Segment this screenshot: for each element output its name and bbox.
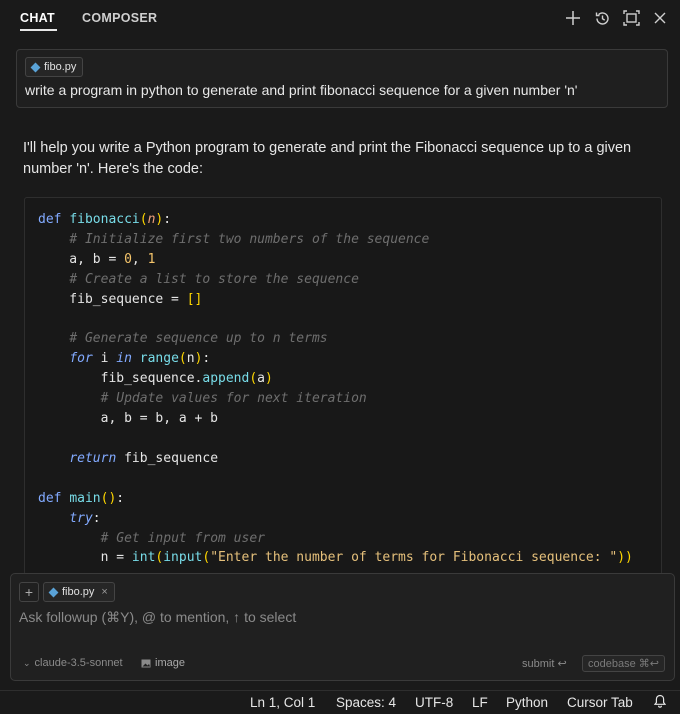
python-file-icon [48, 587, 59, 597]
model-selector[interactable]: ⌄ claude-3.5-sonnet [23, 657, 123, 669]
active-tab-indicator [20, 29, 57, 31]
maximize-icon[interactable] [621, 8, 641, 28]
remove-file-icon[interactable]: × [101, 586, 107, 598]
file-chip-label: fibo.py [44, 61, 77, 73]
submit-label: submit ↩ [522, 658, 567, 670]
code-block[interactable]: def fibonacci(n): # Initialize first two… [24, 197, 662, 575]
file-chip[interactable]: fibo.py [25, 57, 84, 77]
composer-file-chip[interactable]: fibo.py × [43, 582, 115, 602]
plus-icon[interactable] [563, 8, 583, 28]
chat-header: CHAT COMPOSER [0, 0, 680, 38]
codebase-label: codebase ⌘↩ [582, 655, 665, 672]
user-message-text: write a program in python to generate an… [25, 82, 578, 98]
line-ending[interactable]: LF [472, 695, 488, 710]
bell-icon[interactable] [653, 694, 667, 711]
model-label: claude-3.5-sonnet [34, 657, 123, 669]
followup-input[interactable]: Ask followup (⌘Y), @ to mention, ↑ to se… [19, 609, 296, 626]
cursor-position[interactable]: Ln 1, Col 1 [250, 695, 315, 710]
tab-chat[interactable]: CHAT [20, 11, 55, 25]
status-bar: Ln 1, Col 1 Spaces: 4 UTF-8 LF Python Cu… [0, 690, 680, 714]
indentation[interactable]: Spaces: 4 [336, 695, 396, 710]
image-label: image [155, 657, 185, 669]
chevron-down-icon: ⌄ [23, 657, 31, 668]
tab-composer[interactable]: COMPOSER [82, 11, 157, 25]
submit-button[interactable]: submit ↩ [522, 657, 567, 670]
history-icon[interactable] [592, 8, 612, 28]
close-icon[interactable] [650, 8, 670, 28]
encoding[interactable]: UTF-8 [415, 695, 453, 710]
image-button[interactable]: image [141, 657, 185, 669]
composer-file-chip-label: fibo.py [62, 586, 95, 598]
followup-composer: + fibo.py × Ask followup (⌘Y), @ to ment… [10, 573, 675, 681]
python-file-icon [30, 62, 41, 72]
cursor-tab[interactable]: Cursor Tab [567, 695, 633, 710]
code-content: def fibonacci(n): # Initialize first two… [38, 212, 633, 566]
codebase-button[interactable]: codebase ⌘↩ [582, 655, 665, 672]
image-icon [141, 659, 151, 667]
add-context-button[interactable]: + [19, 582, 39, 602]
user-message: fibo.py write a program in python to gen… [16, 49, 668, 108]
language-mode[interactable]: Python [506, 695, 548, 710]
assistant-message-text: I'll help you write a Python program to … [23, 140, 632, 177]
